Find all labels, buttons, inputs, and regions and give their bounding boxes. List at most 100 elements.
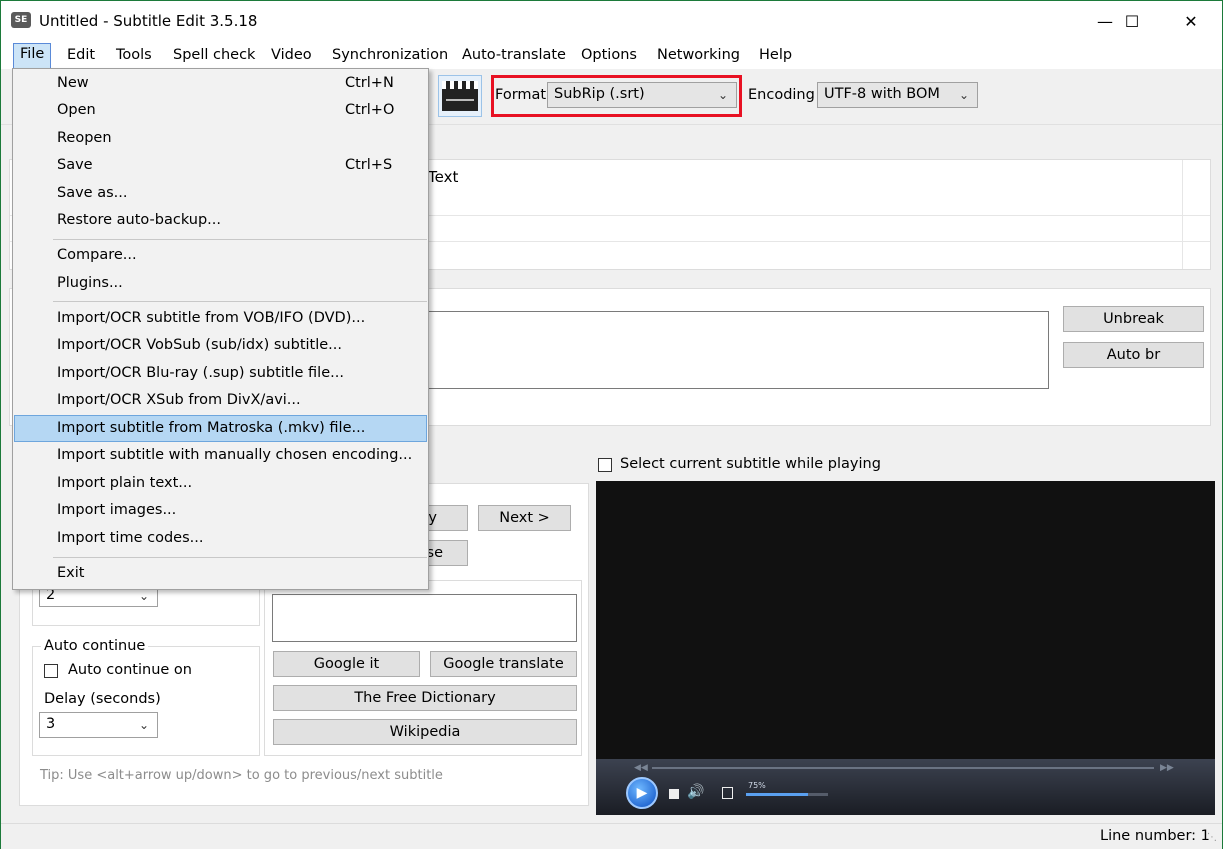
menu-item-label: Import subtitle from Matroska (.mkv) fil… (57, 420, 366, 436)
menu-item-label: Plugins... (57, 275, 123, 291)
menu-tools[interactable]: Tools (110, 45, 158, 67)
menu-item-label: Import/OCR VobSub (sub/idx) subtitle... (57, 337, 343, 353)
menu-item-label: Import plain text... (57, 475, 193, 491)
menu-item-import-plain-text[interactable]: Import plain text... (14, 470, 427, 497)
menu-item-shortcut: Ctrl+O (345, 102, 395, 118)
google-it-button[interactable]: Google it (273, 651, 420, 677)
menu-item-label: Import subtitle with manually chosen enc… (57, 447, 413, 463)
auto-continue-title: Auto continue (41, 638, 149, 654)
menu-item-open[interactable]: Open Ctrl+O (14, 97, 427, 124)
play-button[interactable]: ▶ (626, 777, 658, 809)
maximize-icon: ☐ (1124, 11, 1140, 31)
delay-value: 3 (46, 716, 56, 732)
google-translate-button[interactable]: Google translate (430, 651, 577, 677)
menu-item-label: Save (57, 157, 93, 173)
chevron-down-icon: ⌄ (717, 88, 728, 102)
close-button[interactable]: ✕ (1168, 1, 1214, 41)
menu-help[interactable]: Help (753, 45, 798, 67)
menu-file[interactable]: File (13, 43, 52, 69)
menu-item-reopen[interactable]: Reopen (14, 125, 427, 152)
format-label: Format (495, 87, 547, 103)
status-bar: Line number: 1 ⋱ (1, 823, 1222, 849)
menu-edit[interactable]: Edit (61, 45, 101, 67)
menu-item-save-as[interactable]: Save as... (14, 180, 427, 207)
seek-bar[interactable] (652, 767, 1154, 769)
fullscreen-icon[interactable] (722, 787, 733, 799)
menu-item-import-ocr-vobsub[interactable]: Import/OCR VobSub (sub/idx) subtitle... (14, 332, 427, 359)
app-window: SE Untitled - Subtitle Edit 3.5.18 — ☐ ✕… (0, 0, 1223, 849)
menu-item-label: Reopen (57, 130, 112, 146)
title-bar: SE Untitled - Subtitle Edit 3.5.18 — ☐ ✕ (1, 1, 1222, 41)
video-player[interactable]: ◀◀ ▶▶ ▶ 🔊 75% (596, 481, 1215, 815)
menu-item-import-ocr-bluray[interactable]: Import/OCR Blu-ray (.sup) subtitle file.… (14, 360, 427, 387)
search-text-input[interactable] (272, 594, 577, 642)
subtitle-text-input[interactable] (418, 311, 1049, 389)
wikipedia-button[interactable]: Wikipedia (273, 719, 577, 745)
auto-continue-checkbox[interactable] (44, 664, 58, 678)
menu-auto-translate[interactable]: Auto-translate (456, 45, 572, 67)
menu-item-label: Exit (57, 565, 85, 581)
unbreak-button[interactable]: Unbreak (1063, 306, 1204, 332)
menu-item-import-manual-encoding[interactable]: Import subtitle with manually chosen enc… (14, 442, 427, 469)
encoding-label: Encoding (748, 87, 815, 103)
app-logo-icon: SE (11, 12, 31, 28)
video-controls: ◀◀ ▶▶ ▶ 🔊 75% (596, 759, 1215, 815)
menu-video[interactable]: Video (265, 45, 318, 67)
menu-options[interactable]: Options (575, 45, 643, 67)
menu-networking[interactable]: Networking (651, 45, 746, 67)
menu-item-import-images[interactable]: Import images... (14, 497, 427, 524)
volume-icon[interactable]: 🔊 (687, 784, 704, 800)
maximize-button[interactable]: ☐ (1109, 1, 1155, 41)
menu-item-import-time-codes[interactable]: Import time codes... (14, 525, 427, 552)
menu-item-label: Save as... (57, 185, 128, 201)
close-icon: ✕ (1184, 11, 1198, 31)
menu-item-plugins[interactable]: Plugins... (14, 270, 427, 297)
stop-icon[interactable] (669, 789, 679, 799)
volume-slider[interactable] (746, 793, 828, 796)
delay-label: Delay (seconds) (44, 691, 161, 707)
menu-item-label: Import/OCR Blu-ray (.sup) subtitle file.… (57, 365, 344, 381)
delay-select[interactable]: 3 ⌄ (39, 712, 158, 738)
menu-synchronization[interactable]: Synchronization (326, 45, 454, 67)
menu-separator (53, 301, 427, 302)
menu-item-label: Import/OCR subtitle from VOB/IFO (DVD)..… (57, 310, 366, 326)
column-header-text[interactable]: Text (428, 168, 458, 186)
menu-item-import-matroska[interactable]: Import subtitle from Matroska (.mkv) fil… (14, 415, 427, 442)
resize-grip-icon[interactable]: ⋱ (1207, 832, 1217, 843)
format-select[interactable]: SubRip (.srt) ⌄ (547, 82, 737, 108)
menu-item-import-ocr-vob[interactable]: Import/OCR subtitle from VOB/IFO (DVD)..… (14, 305, 427, 332)
auto-continue-group: Auto continue Auto continue on Delay (se… (32, 638, 260, 756)
menu-item-restore-auto-backup[interactable]: Restore auto-backup... (14, 207, 427, 234)
format-select-value: SubRip (.srt) (554, 86, 645, 102)
menu-bar: File Edit Tools Spell check Video Synchr… (1, 41, 1222, 69)
menu-item-shortcut: Ctrl+S (345, 157, 393, 173)
window-title: Untitled - Subtitle Edit 3.5.18 (39, 12, 258, 30)
video-toolbar-button[interactable] (438, 75, 482, 117)
menu-item-label: Open (57, 102, 96, 118)
menu-item-compare[interactable]: Compare... (14, 242, 427, 269)
menu-item-import-ocr-xsub[interactable]: Import/OCR XSub from DivX/avi... (14, 387, 427, 414)
free-dictionary-button[interactable]: The Free Dictionary (273, 685, 577, 711)
encoding-select-value: UTF-8 with BOM (824, 86, 940, 102)
file-menu-dropdown: New Ctrl+N Open Ctrl+O Reopen Save Ctrl+… (12, 68, 429, 590)
menu-item-new[interactable]: New Ctrl+N (14, 70, 427, 97)
auto-continue-label: Auto continue on (68, 662, 192, 678)
menu-item-label: Restore auto-backup... (57, 212, 221, 228)
chevron-down-icon: ⌄ (138, 718, 149, 732)
menu-spell-check[interactable]: Spell check (167, 45, 261, 67)
auto-br-button[interactable]: Auto br (1063, 342, 1204, 368)
menu-item-exit[interactable]: Exit (14, 560, 427, 587)
play-icon: ▶ (636, 785, 648, 801)
next-button[interactable]: Next > (478, 505, 571, 531)
menu-item-label: Import/OCR XSub from DivX/avi... (57, 392, 301, 408)
clapperboard-icon (442, 81, 478, 111)
search-group: Google it Google translate The Free Dict… (264, 580, 582, 756)
volume-percent: 75% (748, 781, 766, 790)
menu-separator (53, 557, 427, 558)
encoding-select[interactable]: UTF-8 with BOM ⌄ (817, 82, 978, 108)
chevron-down-icon: ⌄ (958, 88, 969, 102)
select-current-checkbox[interactable] (598, 458, 612, 472)
rewind-icon[interactable]: ◀◀ (634, 763, 648, 773)
fast-forward-icon[interactable]: ▶▶ (1160, 763, 1174, 773)
menu-item-save[interactable]: Save Ctrl+S (14, 152, 427, 179)
